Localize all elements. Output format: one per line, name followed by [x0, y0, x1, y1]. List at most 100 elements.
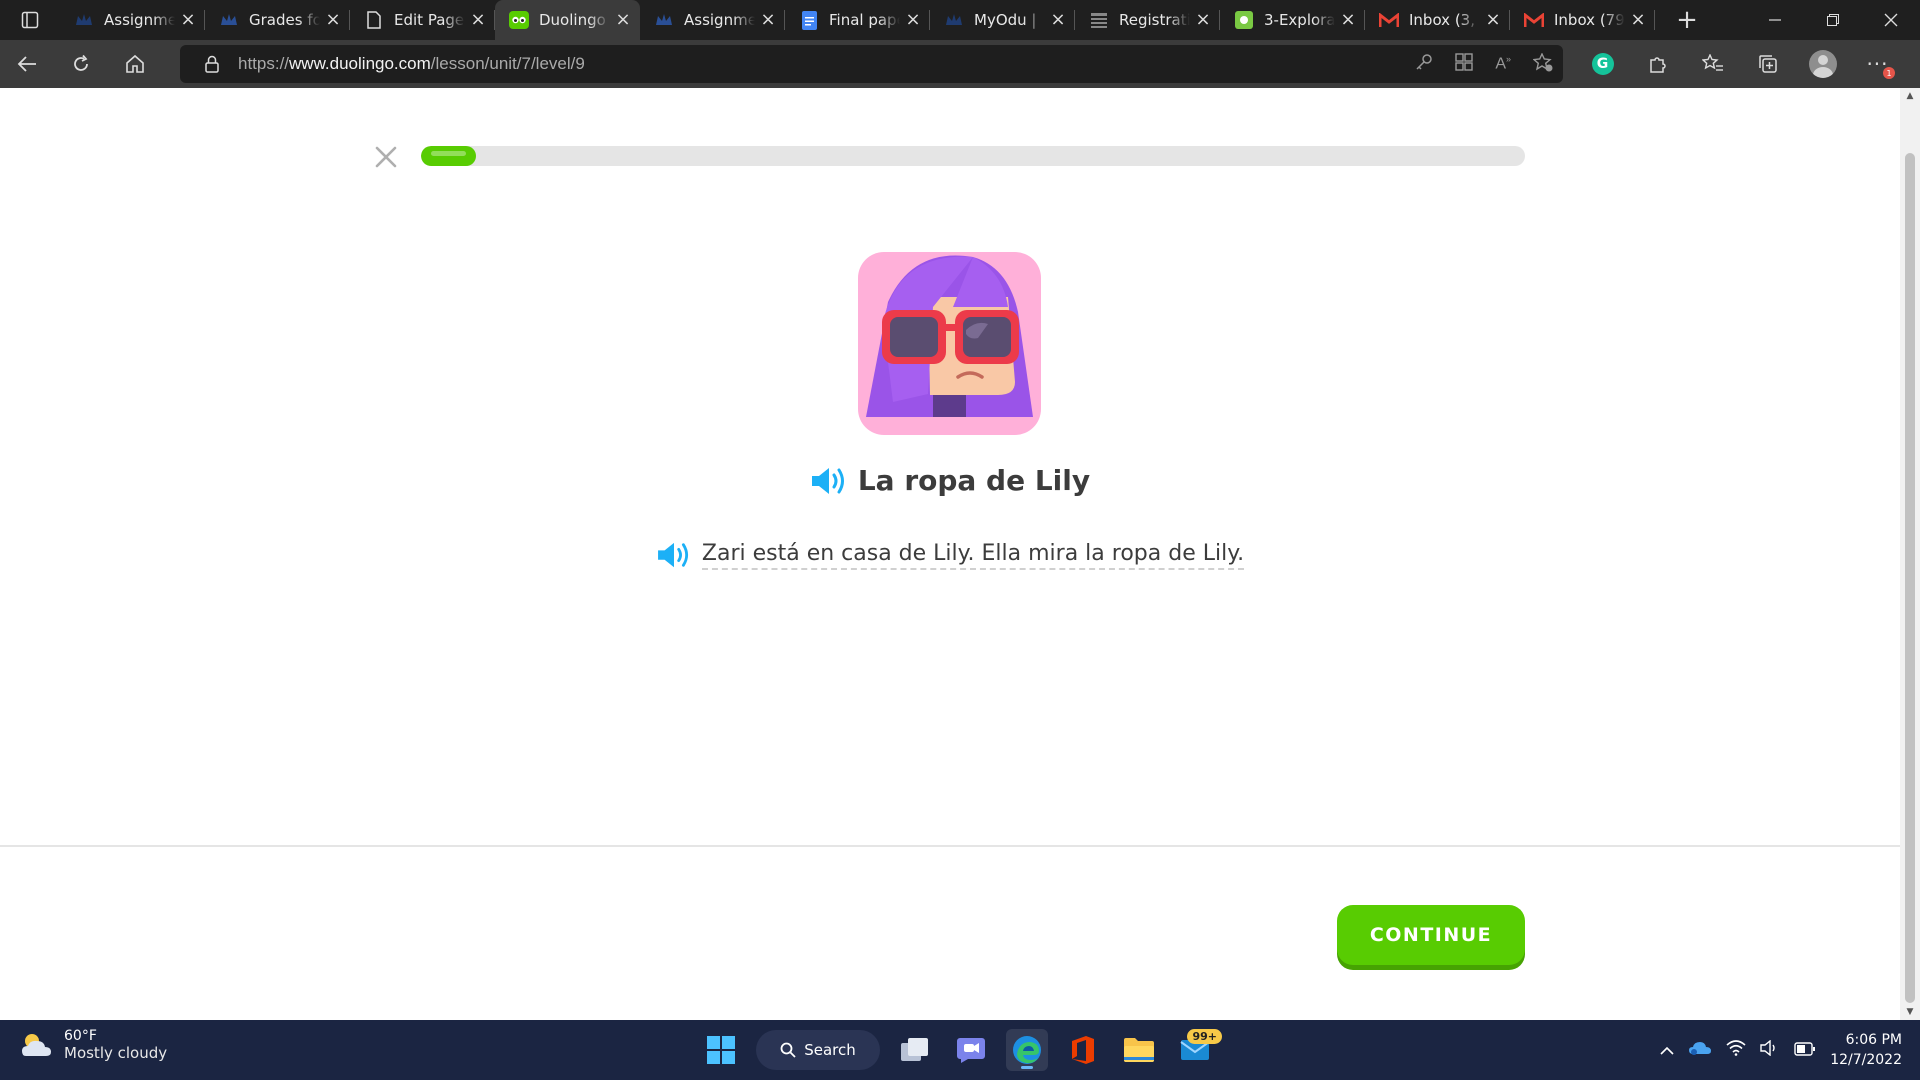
progress-fill: [421, 146, 477, 166]
task-view-icon: [901, 1038, 928, 1061]
tab-registration[interactable]: Registration ×: [1075, 0, 1220, 40]
tab-title: Assignments: [104, 11, 175, 29]
teams-chat-button[interactable]: [950, 1029, 992, 1071]
gmail-icon: [1524, 10, 1544, 30]
taskbar-search[interactable]: Search: [756, 1030, 880, 1070]
story-title: La ropa de Lily: [857, 464, 1091, 497]
windows-taskbar: 60°F Mostly cloudy Search 99+ 6:06 PM 12…: [0, 1020, 1920, 1080]
tab-title: Edit Page: [394, 11, 465, 29]
add-favorite-icon[interactable]: [1532, 51, 1553, 76]
home-button[interactable]: [108, 40, 162, 88]
continue-button[interactable]: CONTINUE: [1337, 905, 1525, 965]
lens-icon: [1234, 10, 1254, 30]
tab-close-icon[interactable]: ×: [1339, 11, 1357, 29]
speaker-icon[interactable]: [810, 465, 848, 497]
tab-assignments-1[interactable]: Assignments ×: [60, 0, 205, 40]
tab-actions-button[interactable]: [0, 0, 60, 40]
story-line-text[interactable]: Zari está en casa de Lily. Ella mira la …: [701, 541, 1245, 570]
minimize-icon: [1769, 19, 1781, 21]
duolingo-lesson-page: La ropa de Lily Zari está en casa de Lil…: [0, 88, 1900, 1020]
system-tray: [1660, 1020, 1816, 1080]
tab-close-icon[interactable]: ×: [324, 11, 342, 29]
tab-close-icon[interactable]: ×: [1484, 11, 1502, 29]
refresh-button[interactable]: [54, 40, 108, 88]
battery-icon[interactable]: [1794, 1041, 1816, 1060]
tab-assignments-2[interactable]: Assignments ×: [640, 0, 785, 40]
scroll-up-arrow-icon[interactable]: ▲: [1905, 91, 1915, 101]
lock-icon[interactable]: [196, 55, 228, 73]
new-tab-button[interactable]: +: [1667, 0, 1707, 40]
tab-myodu[interactable]: MyOdu | ×: [930, 0, 1075, 40]
window-controls: [1746, 0, 1920, 40]
favorites-button[interactable]: [1685, 40, 1740, 88]
back-button[interactable]: [0, 40, 54, 88]
close-window-button[interactable]: [1862, 0, 1920, 40]
browser-tab-bar: Assignments × Grades for × Edit Page × D…: [0, 0, 1920, 40]
mail-count-badge: 99+: [1187, 1029, 1222, 1044]
tab-close-icon[interactable]: ×: [179, 11, 197, 29]
collections-button[interactable]: [1740, 40, 1795, 88]
tab-edit-page[interactable]: Edit Page ×: [350, 0, 495, 40]
read-aloud-icon[interactable]: A»: [1495, 54, 1511, 73]
odu-crown-icon: [944, 10, 964, 30]
url-text[interactable]: https://www.duolingo.com/lesson/unit/7/l…: [238, 54, 585, 74]
notification-badge: 1: [1883, 67, 1895, 79]
page-scrollbar[interactable]: ▲ ▼: [1900, 88, 1920, 1020]
search-label: Search: [804, 1041, 856, 1059]
tab-title: Registration: [1119, 11, 1190, 29]
scroll-down-arrow-icon[interactable]: ▼: [1905, 1007, 1915, 1017]
tab-close-icon[interactable]: ×: [469, 11, 487, 29]
tab-close-icon[interactable]: ×: [614, 11, 632, 29]
tab-close-icon[interactable]: ×: [1194, 11, 1212, 29]
speaker-icon[interactable]: [656, 540, 692, 570]
grammarly-extension-button[interactable]: G: [1575, 40, 1630, 88]
odu-crown-icon: [654, 10, 674, 30]
taskbar-apps: Search 99+: [700, 1020, 1222, 1080]
story-line-row: Zari está en casa de Lily. Ella mira la …: [0, 540, 1900, 570]
address-bar[interactable]: https://www.duolingo.com/lesson/unit/7/l…: [180, 45, 1563, 83]
mail-button[interactable]: 99+: [1174, 1029, 1222, 1071]
back-arrow-icon: [17, 56, 36, 72]
scrollbar-thumb[interactable]: [1905, 153, 1915, 1003]
tab-inbox-1[interactable]: Inbox (3, ×: [1365, 0, 1510, 40]
task-view-button[interactable]: [894, 1029, 936, 1071]
tab-close-icon[interactable]: ×: [1629, 11, 1647, 29]
lily-character-illustration: [858, 252, 1041, 435]
weather-desc: Mostly cloudy: [64, 1044, 168, 1062]
profile-button[interactable]: [1795, 40, 1850, 88]
tab-close-icon[interactable]: ×: [759, 11, 777, 29]
key-icon[interactable]: [1415, 53, 1433, 75]
tab-explora[interactable]: 3-Explora ×: [1220, 0, 1365, 40]
folder-icon: [1124, 1038, 1154, 1062]
tab-title: Inbox (79: [1554, 11, 1625, 29]
minimize-button[interactable]: [1746, 0, 1804, 40]
show-hidden-icons-chevron-icon[interactable]: [1660, 1041, 1674, 1060]
tab-title: Duolingo: [539, 11, 606, 29]
onedrive-icon[interactable]: [1688, 1040, 1712, 1060]
tab-final-paper[interactable]: Final paper ×: [785, 0, 930, 40]
wifi-icon[interactable]: [1726, 1040, 1746, 1060]
tab-close-icon[interactable]: ×: [1049, 11, 1067, 29]
avatar: [1808, 50, 1837, 78]
collections-icon: [1758, 55, 1777, 73]
office-button[interactable]: [1062, 1029, 1104, 1071]
settings-menu-button[interactable]: ··· 1: [1850, 40, 1905, 88]
gmail-icon: [1379, 10, 1399, 30]
close-lesson-icon[interactable]: [372, 143, 400, 171]
plus-icon: +: [1676, 5, 1698, 35]
tab-close-icon[interactable]: ×: [904, 11, 922, 29]
tab-grades[interactable]: Grades for ×: [205, 0, 350, 40]
tab-actions-icon: [21, 11, 39, 29]
taskbar-clock[interactable]: 6:06 PM 12/7/2022: [1830, 1030, 1902, 1070]
edge-taskbar-button[interactable]: [1006, 1029, 1048, 1071]
extensions-button[interactable]: [1630, 40, 1685, 88]
restore-button[interactable]: [1804, 0, 1862, 40]
office-icon: [1072, 1036, 1094, 1064]
tab-inbox-2[interactable]: Inbox (79 ×: [1510, 0, 1655, 40]
volume-icon[interactable]: [1760, 1039, 1780, 1060]
tab-duolingo[interactable]: Duolingo ×: [495, 0, 640, 40]
start-button[interactable]: [700, 1029, 742, 1071]
file-explorer-button[interactable]: [1118, 1029, 1160, 1071]
app-available-icon[interactable]: [1455, 53, 1474, 75]
weather-widget[interactable]: 60°F Mostly cloudy: [20, 1028, 167, 1062]
